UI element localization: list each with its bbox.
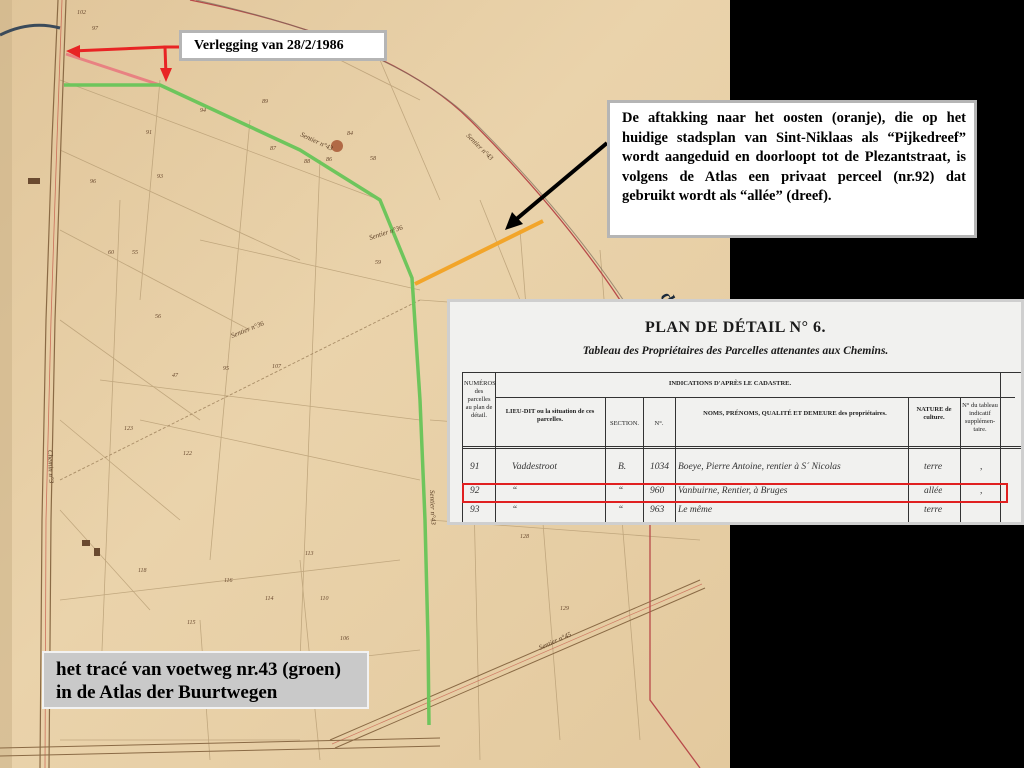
header-tableau: N° du tableau indicatif supplémen-taire. bbox=[962, 402, 998, 433]
row-section: “ bbox=[618, 505, 624, 515]
parcel-number: 122 bbox=[183, 451, 192, 457]
parcel-number: 91 bbox=[146, 130, 152, 136]
header-parcel-number: NUMÉROS des parcelles au plan de détail. bbox=[464, 380, 496, 419]
row-parcel-number: 93 bbox=[470, 505, 480, 515]
parcel-number: 86 bbox=[326, 157, 332, 163]
parcel-number: 58 bbox=[370, 156, 376, 162]
parcel-number: 87 bbox=[270, 146, 277, 152]
parcel-number: 129 bbox=[560, 606, 569, 612]
branch-callout: De aftakking naar het oosten (oranje), d… bbox=[607, 100, 977, 238]
row-parcel-number: 91 bbox=[470, 462, 480, 472]
parcel-number: 123 bbox=[124, 426, 133, 432]
relocation-callout-text: Verlegging van 28/2/1986 bbox=[194, 38, 344, 53]
parcel-number: 95 bbox=[223, 366, 229, 372]
header-owners: NOMS, PRÉNOMS, QUALITÉ ET DEMEURE des pr… bbox=[703, 410, 887, 417]
parcel-number: 110 bbox=[320, 596, 329, 602]
parcel-number: 88 bbox=[304, 159, 310, 165]
caption-line-1: het tracé van voetweg nr.43 (groen) bbox=[56, 659, 341, 680]
header-cadastre: INDICATIONS D'APRÈS LE CADASTRE. bbox=[668, 380, 792, 387]
parcel-number: 107 bbox=[272, 364, 282, 370]
parcel-number: 114 bbox=[265, 595, 274, 602]
header-number: N°. bbox=[654, 420, 664, 427]
parcel-number: 116 bbox=[224, 578, 233, 584]
parcel-number: 102 bbox=[77, 10, 86, 16]
map-label-sentier-c: Sentier n°43 bbox=[428, 490, 437, 526]
row-tableau: , bbox=[980, 462, 983, 472]
parcel-number: 94 bbox=[200, 107, 206, 114]
parcel-number: 56 bbox=[155, 314, 161, 320]
parcel-number: 128 bbox=[520, 534, 529, 540]
map-caption: het tracé van voetweg nr.43 (groen) in d… bbox=[42, 651, 369, 709]
row-nature: terre bbox=[924, 505, 943, 515]
table-title: PLAN DE DÉTAIL N° 6. bbox=[644, 319, 826, 336]
header-lieu-dit: LIEU-DIT ou la situation de ces parcelle… bbox=[505, 408, 595, 423]
row-owner: Boeye, Pierre Antoine, rentier à S´ Nico… bbox=[678, 462, 841, 472]
parcel-92-highlight bbox=[462, 483, 1008, 503]
parcel-number: 59 bbox=[375, 260, 381, 266]
parcel-number: 60 bbox=[108, 250, 114, 256]
parcel-number: 96 bbox=[90, 179, 96, 185]
parcel-number: 106 bbox=[340, 636, 349, 642]
header-nature: NATURE de culture. bbox=[916, 406, 952, 421]
row-cadastre-number: 1034 bbox=[650, 462, 669, 472]
parcel-number: 118 bbox=[138, 568, 147, 574]
parcel-number: 93 bbox=[157, 174, 163, 180]
relocation-callout: Verlegging van 28/2/1986 bbox=[179, 30, 387, 61]
parcel-number: 47 bbox=[172, 372, 179, 379]
row-cadastre-number: 963 bbox=[650, 505, 665, 515]
header-section: SECTION. bbox=[609, 420, 640, 427]
parcel-number: 115 bbox=[187, 620, 196, 626]
row-section: B. bbox=[618, 462, 627, 472]
row-nature: terre bbox=[924, 462, 943, 472]
row-owner: Le même bbox=[678, 505, 713, 515]
row-lieu-dit: “ bbox=[512, 505, 518, 515]
parcel-number: 113 bbox=[305, 551, 314, 557]
table-subtitle: Tableau des Propriétaires des Parcelles … bbox=[582, 345, 889, 357]
parcel-number: 97 bbox=[92, 26, 99, 32]
parcel-number: 55 bbox=[132, 250, 138, 256]
row-lieu-dit: Vaddestroot bbox=[512, 462, 558, 472]
parcel-number: 89 bbox=[262, 99, 268, 105]
owners-table-excerpt: PLAN DE DÉTAIL N° 6. Tableau des Proprié… bbox=[447, 299, 1024, 525]
map-label-chemin: Chemin n°3 bbox=[46, 450, 55, 484]
branch-callout-text: De aftakking naar het oosten (oranje), d… bbox=[622, 110, 966, 205]
caption-line-2: in de Atlas der Buurtwegen bbox=[56, 682, 278, 703]
parcel-number: 84 bbox=[347, 130, 353, 137]
